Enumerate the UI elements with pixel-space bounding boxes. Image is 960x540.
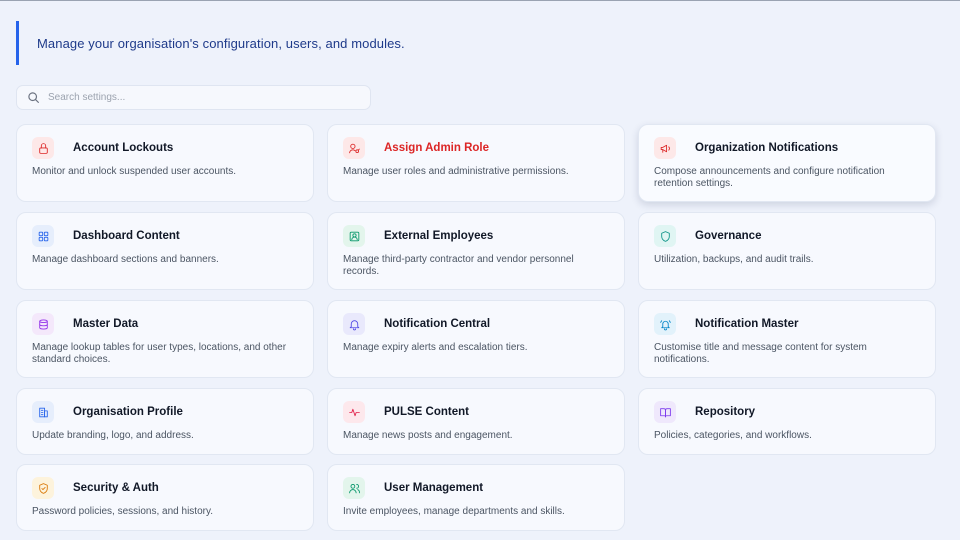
card-description: Utilization, backups, and audit trails. <box>654 254 814 265</box>
card-master-data[interactable]: Master Data Manage lookup tables for use… <box>16 300 314 378</box>
grid-icon <box>32 225 54 247</box>
card-description: Password policies, sessions, and history… <box>32 506 214 517</box>
card-title: Repository <box>695 406 756 418</box>
card-assign-admin-role[interactable]: Assign Admin Role Manage user roles and … <box>327 124 625 202</box>
card-security-auth[interactable]: Security & Auth Password policies, sessi… <box>16 464 314 531</box>
card-description: Manage news posts and engagement. <box>343 430 513 441</box>
bell-ring-icon <box>654 313 676 335</box>
bell-icon <box>343 313 365 335</box>
megaphone-icon <box>654 137 676 159</box>
card-notification-master[interactable]: Notification Master Customise title and … <box>638 300 936 378</box>
card-title: Organisation Profile <box>73 406 183 418</box>
card-organization-notifications[interactable]: Organization Notifications Compose annou… <box>638 124 936 202</box>
card-governance[interactable]: Governance Utilization, backups, and aud… <box>638 212 936 290</box>
card-repository[interactable]: Repository Policies, categories, and wor… <box>638 388 936 455</box>
card-description: Monitor and unlock suspended user accoun… <box>32 166 237 177</box>
search-icon <box>28 92 39 103</box>
card-notification-central[interactable]: Notification Central Manage expiry alert… <box>327 300 625 378</box>
id-card-icon <box>343 225 365 247</box>
book-icon <box>654 401 676 423</box>
search-box[interactable] <box>16 85 371 110</box>
page-header: Manage your organisation's configuration… <box>16 21 616 65</box>
pulse-icon <box>343 401 365 423</box>
shield-icon <box>654 225 676 247</box>
card-title: Notification Central <box>384 318 491 330</box>
card-description: Manage dashboard sections and banners. <box>32 254 219 265</box>
card-description: Invite employees, manage departments and… <box>343 506 565 517</box>
card-title: PULSE Content <box>384 406 469 418</box>
user-key-icon <box>343 137 365 159</box>
card-description: Policies, categories, and workflows. <box>654 430 812 441</box>
card-title: Assign Admin Role <box>384 142 489 154</box>
card-title: Organization Notifications <box>695 142 839 154</box>
card-description: Customise title and message content for … <box>654 342 867 365</box>
card-external-employees[interactable]: External Employees Manage third-party co… <box>327 212 625 290</box>
card-title: Master Data <box>73 318 139 330</box>
card-user-management[interactable]: User Management Invite employees, manage… <box>327 464 625 531</box>
card-title: Dashboard Content <box>73 230 180 242</box>
card-account-lockouts[interactable]: Account Lockouts Monitor and unlock susp… <box>16 124 314 202</box>
shield-check-icon <box>32 477 54 499</box>
card-description: Compose announcements and configure noti… <box>654 166 885 189</box>
card-description: Manage user roles and administrative per… <box>343 166 569 177</box>
database-icon <box>32 313 54 335</box>
card-description: Manage expiry alerts and escalation tier… <box>343 342 528 353</box>
card-organisation-profile[interactable]: Organisation Profile Update branding, lo… <box>16 388 314 455</box>
card-title: External Employees <box>384 230 494 242</box>
card-description: Manage third-party contractor and vendor… <box>343 254 574 277</box>
building-icon <box>32 401 54 423</box>
card-pulse-content[interactable]: PULSE Content Manage news posts and enga… <box>327 388 625 455</box>
card-description: Update branding, logo, and address. <box>32 430 194 441</box>
search-input[interactable] <box>48 92 348 103</box>
card-title: Governance <box>695 230 762 242</box>
card-description: Manage lookup tables for user types, loc… <box>32 342 287 365</box>
card-title: User Management <box>384 482 484 494</box>
page-subtitle: Manage your organisation's configuration… <box>37 35 405 51</box>
card-dashboard-content[interactable]: Dashboard Content Manage dashboard secti… <box>16 212 314 290</box>
lock-icon <box>32 137 54 159</box>
card-title: Account Lockouts <box>73 142 174 154</box>
card-title: Notification Master <box>695 318 799 330</box>
card-title: Security & Auth <box>73 482 159 494</box>
users-icon <box>343 477 365 499</box>
